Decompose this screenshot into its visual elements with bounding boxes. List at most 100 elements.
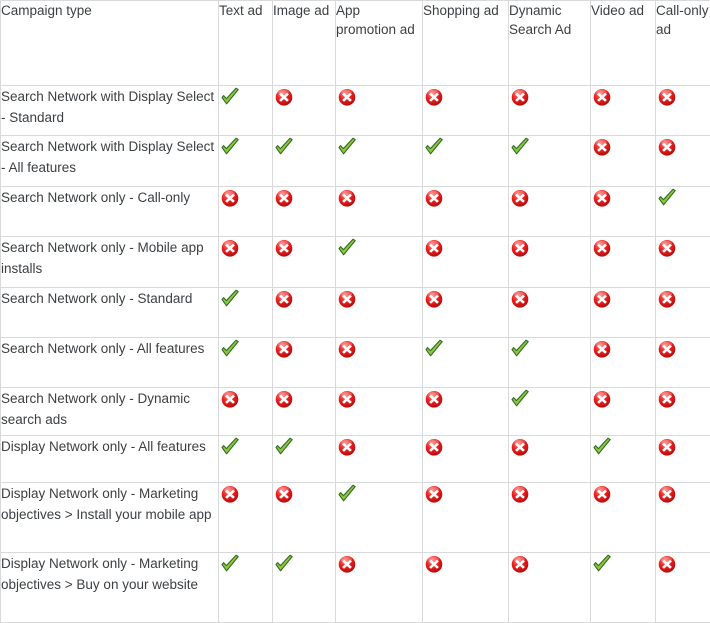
red-x-circle-icon (336, 436, 358, 458)
cell-app_promotion_ad-not-supported (335, 434, 423, 484)
cell-image_ad-supported (272, 434, 336, 484)
red-x-circle-icon (219, 388, 241, 410)
cell-dynamic_search_ad-not-supported (508, 552, 591, 623)
cell-text_ad-not-supported (218, 387, 273, 436)
green-check-icon (591, 436, 613, 458)
cell-call_only_ad-not-supported (655, 387, 710, 436)
cell-text_ad-supported (218, 434, 273, 484)
cell-dynamic_search_ad-not-supported (508, 84, 591, 137)
cell-dynamic_search_ad-supported (508, 135, 591, 187)
cell-app_promotion_ad-not-supported (335, 286, 423, 339)
green-check-icon (336, 136, 358, 158)
red-x-circle-icon (591, 288, 613, 310)
column-header-text-ad: Text ad (218, 0, 273, 86)
cell-text_ad-supported (218, 135, 273, 187)
cell-video_ad-not-supported (590, 482, 656, 554)
cell-video_ad-supported (590, 434, 656, 484)
cell-text_ad-supported (218, 552, 273, 623)
column-header-shopping-ad: Shopping ad (422, 0, 509, 86)
red-x-circle-icon (423, 388, 445, 410)
red-x-circle-icon (423, 86, 445, 108)
cell-text_ad-not-supported (218, 236, 273, 288)
cell-app_promotion_ad-not-supported (335, 84, 423, 137)
red-x-circle-icon (656, 86, 678, 108)
cell-video_ad-not-supported (590, 185, 656, 238)
cell-video_ad-not-supported (590, 387, 656, 436)
red-x-circle-icon (656, 288, 678, 310)
red-x-circle-icon (336, 187, 358, 209)
row-label-campaign-type: Search Network only - Dynamic search ads (0, 387, 219, 436)
green-check-icon (336, 237, 358, 259)
red-x-circle-icon (219, 237, 241, 259)
cell-shopping_ad-not-supported (422, 286, 509, 339)
cell-text_ad-not-supported (218, 185, 273, 238)
table-row: Search Network only - Mobile app install… (0, 236, 710, 288)
cell-app_promotion_ad-supported (335, 236, 423, 288)
cell-app_promotion_ad-not-supported (335, 387, 423, 436)
column-header-campaign-type: Campaign type (0, 0, 219, 86)
green-check-icon (509, 338, 531, 360)
row-label-campaign-type: Display Network only - Marketing objecti… (0, 482, 219, 554)
red-x-circle-icon (423, 553, 445, 575)
table-row: Display Network only - All features (0, 434, 710, 484)
cell-image_ad-not-supported (272, 84, 336, 137)
red-x-circle-icon (591, 388, 613, 410)
cell-dynamic_search_ad-not-supported (508, 286, 591, 339)
red-x-circle-icon (509, 237, 531, 259)
red-x-circle-icon (273, 288, 295, 310)
red-x-circle-icon (273, 187, 295, 209)
cell-shopping_ad-not-supported (422, 84, 509, 137)
red-x-circle-icon (656, 436, 678, 458)
green-check-icon (656, 187, 678, 209)
table-row: Display Network only - Marketing objecti… (0, 482, 710, 554)
green-check-icon (509, 388, 531, 410)
red-x-circle-icon (656, 338, 678, 360)
red-x-circle-icon (336, 338, 358, 360)
cell-call_only_ad-not-supported (655, 84, 710, 137)
red-x-circle-icon (509, 288, 531, 310)
cell-video_ad-not-supported (590, 84, 656, 137)
cell-text_ad-supported (218, 337, 273, 389)
cell-image_ad-not-supported (272, 286, 336, 339)
cell-app_promotion_ad-supported (335, 135, 423, 187)
cell-app_promotion_ad-supported (335, 482, 423, 554)
green-check-icon (219, 136, 241, 158)
row-label-campaign-type: Search Network only - All features (0, 337, 219, 389)
table-row: Search Network only - Standard (0, 286, 710, 339)
green-check-icon (219, 288, 241, 310)
cell-video_ad-not-supported (590, 337, 656, 389)
cell-dynamic_search_ad-supported (508, 387, 591, 436)
table-row: Display Network only - Marketing objecti… (0, 552, 710, 623)
cell-dynamic_search_ad-not-supported (508, 236, 591, 288)
red-x-circle-icon (423, 436, 445, 458)
row-label-campaign-type: Search Network only - Call-only (0, 185, 219, 238)
red-x-circle-icon (219, 187, 241, 209)
row-label-campaign-type: Search Network with Display Select - Sta… (0, 84, 219, 137)
red-x-circle-icon (591, 483, 613, 505)
red-x-circle-icon (336, 288, 358, 310)
red-x-circle-icon (591, 237, 613, 259)
cell-shopping_ad-not-supported (422, 434, 509, 484)
green-check-icon (273, 436, 295, 458)
cell-dynamic_search_ad-not-supported (508, 482, 591, 554)
green-check-icon (219, 436, 241, 458)
cell-text_ad-supported (218, 84, 273, 137)
cell-shopping_ad-supported (422, 135, 509, 187)
green-check-icon (336, 483, 358, 505)
cell-dynamic_search_ad-not-supported (508, 434, 591, 484)
cell-shopping_ad-not-supported (422, 552, 509, 623)
cell-image_ad-not-supported (272, 236, 336, 288)
cell-shopping_ad-not-supported (422, 387, 509, 436)
row-label-campaign-type: Search Network only - Mobile app install… (0, 236, 219, 288)
cell-call_only_ad-not-supported (655, 337, 710, 389)
table-row: Search Network only - Dynamic search ads (0, 387, 710, 436)
row-label-campaign-type: Search Network only - Standard (0, 286, 219, 339)
red-x-circle-icon (656, 237, 678, 259)
red-x-circle-icon (423, 483, 445, 505)
table-header-row: Campaign type Text ad Image ad App promo… (0, 0, 710, 86)
red-x-circle-icon (423, 237, 445, 259)
cell-image_ad-not-supported (272, 387, 336, 436)
column-header-call-only-ad: Call-only ad (655, 0, 710, 86)
red-x-circle-icon (336, 86, 358, 108)
cell-image_ad-not-supported (272, 337, 336, 389)
